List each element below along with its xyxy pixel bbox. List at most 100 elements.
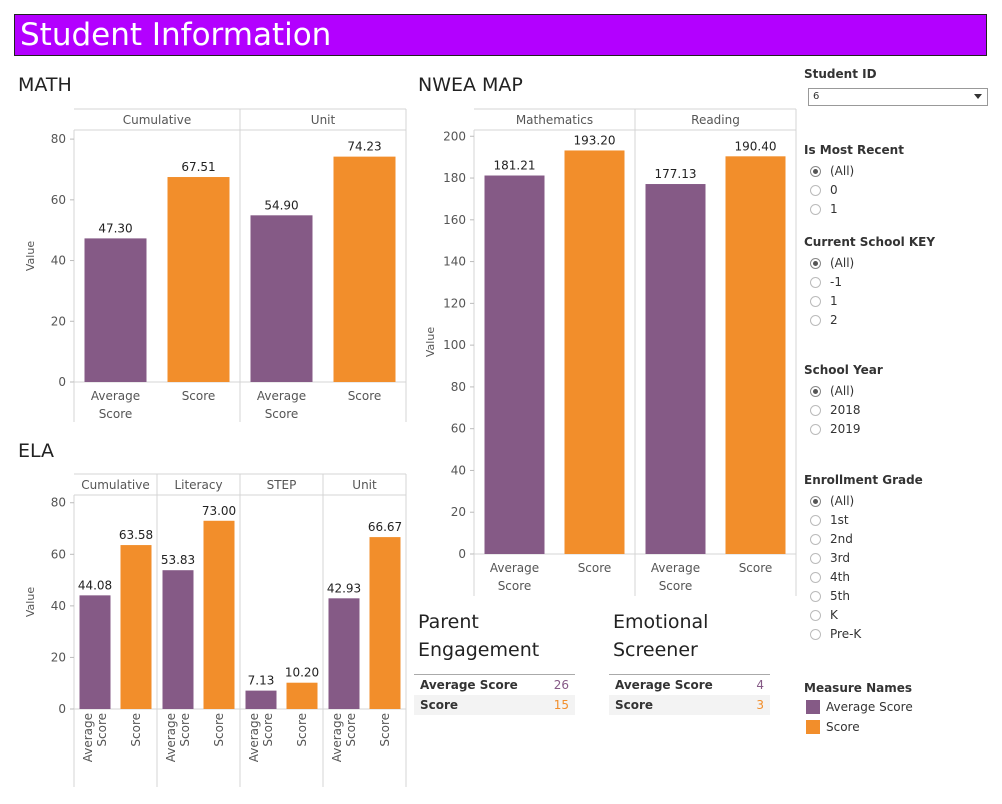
x-tick-label: Score — [182, 389, 216, 403]
radio-icon — [810, 204, 821, 215]
grade-option-all[interactable]: (All) — [810, 494, 854, 510]
x-tick-label: Average — [91, 389, 140, 403]
panel-header-label: Mathematics — [516, 113, 593, 127]
radio-icon — [810, 315, 821, 326]
bar-value-label: 54.90 — [264, 198, 298, 212]
option-label: K — [830, 608, 838, 622]
legend-label: Score — [826, 720, 860, 734]
legend-title: Measure Names — [804, 681, 913, 695]
bar — [286, 682, 318, 709]
y-tick-label: 40 — [451, 463, 466, 477]
legend-swatch — [806, 700, 820, 714]
is-most-recent-option-1[interactable]: 1 — [810, 202, 838, 218]
bar — [645, 184, 706, 555]
radio-icon — [810, 591, 821, 602]
is-most-recent-label: Is Most Recent — [804, 143, 904, 157]
option-label: 5th — [830, 589, 850, 603]
bar — [725, 156, 786, 554]
x-tick-label: Score — [659, 579, 693, 593]
radio-icon — [810, 185, 821, 196]
school-year-option-2018[interactable]: 2018 — [810, 403, 861, 419]
school-key-option-2[interactable]: 2 — [810, 313, 838, 329]
radio-icon — [810, 610, 821, 621]
table-row: Average Score 4 — [609, 675, 770, 695]
x-tick-label: Average — [651, 561, 700, 575]
y-axis-title: Value — [24, 241, 37, 271]
x-tick-label: Average — [330, 713, 344, 762]
y-tick-label: 60 — [451, 422, 466, 436]
x-tick-label: Score — [498, 579, 532, 593]
x-tick-label: Score — [378, 713, 392, 747]
bar-value-label: 44.08 — [78, 578, 112, 592]
option-label: 2 — [830, 313, 838, 327]
kpi-label: Average Score — [420, 678, 518, 692]
bar — [250, 215, 313, 382]
student-id-dropdown[interactable]: 6 — [808, 88, 988, 106]
bar-value-label: 193.20 — [574, 133, 616, 147]
emotional-screener-title-line1: Emotional — [613, 611, 709, 633]
x-tick-label: Score — [178, 713, 192, 747]
bar-value-label: 177.13 — [655, 167, 697, 181]
grade-option-pre-k[interactable]: Pre-K — [810, 627, 861, 643]
y-axis-title: Value — [24, 587, 37, 617]
radio-selected-icon — [810, 496, 821, 507]
grade-option-1st[interactable]: 1st — [810, 513, 849, 529]
y-tick-label: 80 — [51, 132, 66, 146]
option-label: (All) — [830, 494, 855, 508]
grade-option-5th[interactable]: 5th — [810, 589, 850, 605]
y-axis-title: Value — [424, 327, 437, 357]
table-row: Average Score 26 — [414, 675, 575, 695]
y-tick-label: 20 — [51, 650, 66, 664]
radio-icon — [810, 553, 821, 564]
x-tick-label: Score — [348, 389, 382, 403]
y-tick-label: 0 — [458, 547, 466, 561]
kpi-value-average: 4 — [756, 678, 764, 692]
bar-value-label: 47.30 — [98, 221, 132, 235]
y-tick-label: 200 — [443, 129, 466, 143]
current-school-key-label: Current School KEY — [804, 235, 936, 249]
legend-item-score[interactable]: Score — [806, 720, 860, 734]
parent-engagement-table: Average Score 26 Score 15 — [414, 674, 575, 716]
x-tick-label: Average — [164, 713, 178, 762]
legend-item-average-score[interactable]: Average Score — [806, 700, 913, 714]
radio-icon — [810, 534, 821, 545]
school-key-option-minus1[interactable]: -1 — [810, 275, 842, 291]
kpi-value-score: 15 — [553, 698, 569, 712]
school-year-option-all[interactable]: (All) — [810, 384, 854, 400]
grade-option-3rd[interactable]: 3rd — [810, 551, 850, 567]
y-tick-label: 140 — [443, 255, 466, 269]
radio-selected-icon — [810, 386, 821, 397]
option-label: 2nd — [830, 532, 853, 546]
bar — [564, 150, 625, 554]
bar — [167, 177, 230, 382]
radio-selected-icon — [810, 166, 821, 177]
school-year-option-2019[interactable]: 2019 — [810, 422, 861, 438]
bar — [84, 238, 147, 382]
school-key-option-1[interactable]: 1 — [810, 294, 838, 310]
is-most-recent-option-0[interactable]: 0 — [810, 183, 838, 199]
y-tick-label: 20 — [451, 505, 466, 519]
grade-option-k[interactable]: K — [810, 608, 838, 624]
option-label: -1 — [830, 275, 842, 289]
emotional-screener-table: Average Score 4 Score 3 — [609, 674, 770, 716]
panel-header-label: Reading — [691, 113, 740, 127]
school-key-option-all[interactable]: (All) — [810, 256, 854, 272]
bar-value-label: 10.20 — [285, 666, 319, 680]
y-tick-label: 60 — [51, 193, 66, 207]
panel-header-label: STEP — [267, 478, 297, 492]
bar — [328, 598, 360, 709]
bar-value-label: 53.83 — [161, 553, 195, 567]
bar — [369, 537, 401, 709]
option-label: 3rd — [830, 551, 850, 565]
panel-header-label: Unit — [311, 113, 336, 127]
radio-icon — [810, 424, 821, 435]
option-label: Pre-K — [830, 627, 862, 641]
chevron-down-icon — [974, 94, 982, 99]
enrollment-grade-label: Enrollment Grade — [804, 473, 923, 487]
option-label: 4th — [830, 570, 850, 584]
grade-option-2nd[interactable]: 2nd — [810, 532, 853, 548]
x-tick-label: Average — [490, 561, 539, 575]
y-tick-label: 20 — [51, 314, 66, 328]
grade-option-4th[interactable]: 4th — [810, 570, 850, 586]
is-most-recent-option-all[interactable]: (All) — [810, 164, 854, 180]
